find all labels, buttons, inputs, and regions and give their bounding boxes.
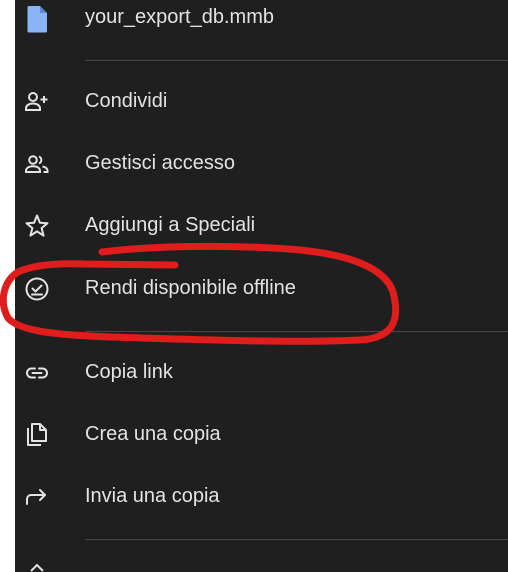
menu-item-invia-una-copia[interactable]: Invia una copia <box>15 471 508 523</box>
share-arrow-icon <box>24 484 50 510</box>
star-icon <box>24 213 50 239</box>
link-icon <box>24 360 50 386</box>
menu-item-label: Rendi disponibile offline <box>85 277 296 299</box>
partial-icon <box>29 562 45 572</box>
menu-item-condividi[interactable]: Condividi <box>15 76 508 128</box>
menu-item-label: Gestisci accesso <box>85 152 236 174</box>
divider <box>85 539 508 540</box>
menu-item-label: Copia link <box>85 361 173 383</box>
menu-item-label: Aggiungi a Speciali <box>85 214 256 236</box>
menu-item-crea-una-copia[interactable]: Crea una copia <box>15 409 508 461</box>
menu-item-gestisci-accesso[interactable]: Gestisci accesso <box>15 138 508 190</box>
document-icon <box>26 5 50 33</box>
person-add-icon <box>24 89 50 115</box>
divider <box>85 331 508 332</box>
people-icon <box>24 151 50 177</box>
menu-item-label: Condividi <box>85 90 168 112</box>
offline-check-icon <box>24 276 50 302</box>
menu-item-aggiungi-a-speciali[interactable]: Aggiungi a Speciali <box>15 200 508 252</box>
divider <box>85 60 508 61</box>
copy-icon <box>24 422 50 448</box>
menu-item-rendi-disponibile-offline[interactable]: Rendi disponibile offline <box>15 263 508 315</box>
menu-item-copia-link[interactable]: Copia link <box>15 347 508 399</box>
file-header: your_export_db.mmb <box>15 0 508 40</box>
menu-item-label: Crea una copia <box>85 423 221 445</box>
menu-item-label: Invia una copia <box>85 485 220 507</box>
file-options-sheet: your_export_db.mmb Condividi Gestisci ac… <box>15 0 508 572</box>
file-name: your_export_db.mmb <box>85 6 274 28</box>
